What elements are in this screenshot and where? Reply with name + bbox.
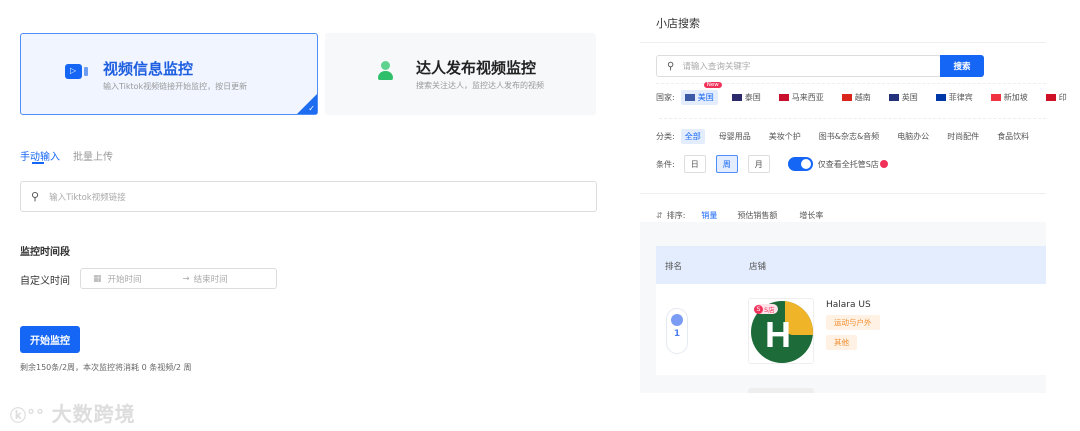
sort-tab-revenue[interactable]: 预估销售额 <box>737 210 777 221</box>
country-7[interactable]: 印 <box>1042 90 1071 105</box>
country-name: 菲律宾 <box>948 93 973 102</box>
condition-month[interactable]: 月 <box>747 155 770 173</box>
country-0[interactable]: 美国 New <box>680 82 722 105</box>
condition-week[interactable]: 周 <box>715 155 738 173</box>
quota-text: 剩余150条/2周，本次监控将消耗 0 条视频/2 周 <box>20 363 192 372</box>
country-name: 美国 <box>697 93 714 102</box>
start-monitor-button[interactable]: 开始监控 <box>20 326 80 353</box>
card-influencer-monitor[interactable]: 达人发布视频监控 搜索关注达人，监控达人发布的视频 <box>325 33 596 115</box>
flag-icon <box>778 94 789 101</box>
country-3[interactable]: 越南 <box>838 90 875 105</box>
video-link-input[interactable]: ⚲ 输入Tiktok视频链接 <box>20 181 597 212</box>
s-store-badge: S S店 <box>754 304 778 314</box>
new-badge: New <box>703 82 722 88</box>
rank-badge: 1 <box>666 308 688 354</box>
tab-manual-input[interactable]: 手动输入 <box>20 148 60 163</box>
country-name: 新加坡 <box>1003 93 1028 102</box>
crown-icon <box>671 314 683 326</box>
card-video-monitor[interactable]: ▷ 视频信息监控 输入Tiktok视频链接开始监控，按日更新 ✓ <box>20 33 318 115</box>
card-title: 视频信息监控 <box>103 60 194 78</box>
country-name: 英国 <box>901 93 918 102</box>
search-icon: ⚲ <box>667 60 675 72</box>
header-rank: 排名 <box>665 262 683 272</box>
sort-tab-growth[interactable]: 增长率 <box>799 210 823 221</box>
condition-day[interactable]: 日 <box>683 155 706 173</box>
card-title: 达人发布视频监控 <box>416 59 537 77</box>
shop-search-panel: 小店搜索 ⚲ 请输入查询关键字 搜索 国家: 美国 New 泰国 马来西亚 越南 英国 菲律… <box>640 0 1067 393</box>
country-6[interactable]: 新加坡 <box>987 90 1032 105</box>
header-shop: 店铺 <box>749 262 767 272</box>
country-name: 越南 <box>854 93 871 102</box>
country-name: 印 <box>1058 93 1067 102</box>
flag-icon <box>990 94 1001 101</box>
category-1[interactable]: 母婴用品 <box>715 129 755 144</box>
sort-icon: ⇵ <box>656 211 663 220</box>
country-1[interactable]: 泰国 <box>728 90 765 105</box>
tab-batch-upload[interactable]: 批量上传 <box>73 148 113 163</box>
category-row: 分类: 全部 母婴用品 美妆个护 图书&杂志&音频 电脑办公 时尚配件 食品饮料 <box>656 129 1043 144</box>
section-title: 监控时间段 <box>20 247 70 258</box>
rank-number: 1 <box>673 329 681 339</box>
table-row[interactable]: 1 H S S店 Halara US 运动与户外 其他 <box>656 284 1046 375</box>
search-button[interactable]: 搜索 <box>940 55 984 77</box>
condition-row: 条件: 日 周 月 仅查看全托管S店 <box>656 155 888 173</box>
input-placeholder: 请输入查询关键字 <box>682 62 751 72</box>
start-time[interactable]: 开始时间 <box>108 273 183 285</box>
country-5[interactable]: 菲律宾 <box>932 90 977 105</box>
flag-icon <box>731 94 742 101</box>
search-icon: ⚲ <box>31 190 40 203</box>
check-icon: ✓ <box>297 94 317 114</box>
country-2[interactable]: 马来西亚 <box>775 90 828 105</box>
card-desc: 输入Tiktok视频链接开始监控，按日更新 <box>103 82 248 91</box>
category-4[interactable]: 电脑办公 <box>893 129 933 144</box>
shop-name[interactable]: Halara US <box>826 300 880 310</box>
calendar-icon: ▦ <box>93 273 102 284</box>
person-icon <box>378 61 393 80</box>
flag-icon <box>684 94 695 101</box>
category-3[interactable]: 图书&杂志&音频 <box>815 129 883 144</box>
shop-search-input[interactable]: ⚲ 请输入查询关键字 <box>656 55 941 77</box>
arrow-icon: → <box>182 273 190 284</box>
category-5[interactable]: 时尚配件 <box>943 129 983 144</box>
input-placeholder: 输入Tiktok视频链接 <box>49 192 126 203</box>
s-store-icon <box>879 160 888 168</box>
country-row: 国家: 美国 New 泰国 马来西亚 越南 英国 菲律宾 新加坡 印 <box>656 82 1080 105</box>
flag-icon <box>888 94 899 101</box>
watermark-logo: ⓚ°° 大数跨境 <box>10 402 136 426</box>
category-label: 分类: <box>656 132 675 141</box>
custom-time-label: 自定义时间 <box>20 276 70 287</box>
category-tag: 运动与户外 <box>826 315 880 330</box>
category-0[interactable]: 全部 <box>680 129 705 144</box>
toggle-label: 仅查看全托管S店 <box>817 159 879 169</box>
panel-title: 小店搜索 <box>656 17 700 30</box>
full-managed-toggle[interactable] <box>787 157 813 171</box>
shop-logo[interactable]: H S S店 <box>748 298 814 364</box>
country-name: 泰国 <box>744 93 761 102</box>
table-header: 排名 店铺 <box>656 246 1046 284</box>
end-time[interactable]: 结束时间 <box>194 273 228 285</box>
date-range-picker[interactable]: ▦ 开始时间 → 结束时间 <box>80 268 277 289</box>
category-2[interactable]: 美妆个护 <box>765 129 805 144</box>
video-camera-icon: ▷ <box>65 64 88 79</box>
country-label: 国家: <box>656 93 675 102</box>
flag-icon <box>1045 94 1056 101</box>
results-area: 排名 店铺 1 H S S店 Halara US 运动与户外 其他 <box>640 222 1046 393</box>
country-name: 马来西亚 <box>791 93 824 102</box>
flag-icon <box>935 94 946 101</box>
sort-label: 排序: <box>666 211 686 220</box>
card-desc: 搜索关注达人，监控达人发布的视频 <box>416 81 544 90</box>
tab-indicator <box>32 162 44 164</box>
flag-icon <box>841 94 852 101</box>
category-tag: 其他 <box>826 335 857 350</box>
condition-label: 条件: <box>656 159 675 169</box>
category-6[interactable]: 食品饮料 <box>993 129 1033 144</box>
country-4[interactable]: 英国 <box>885 90 922 105</box>
